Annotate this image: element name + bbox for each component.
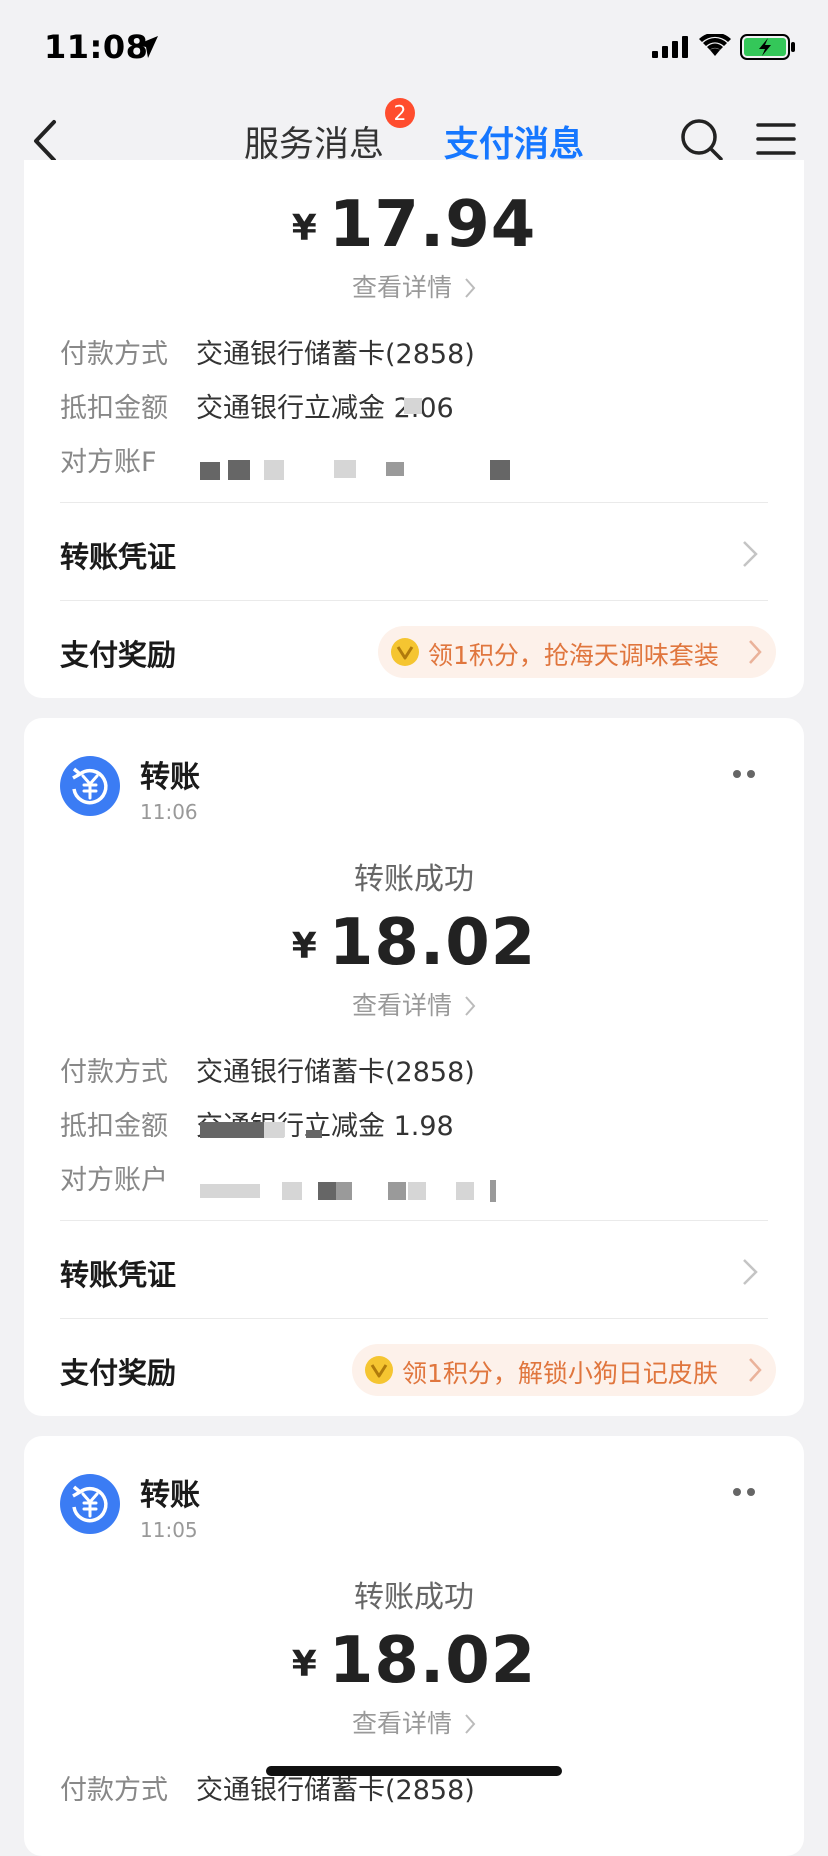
transfer-voucher-title: 转账凭证 bbox=[60, 540, 177, 574]
divider bbox=[60, 502, 768, 503]
card-title: 转账 bbox=[140, 760, 200, 795]
view-details-link[interactable]: 查看详情 bbox=[24, 268, 804, 304]
transfer-voucher-title: 转账凭证 bbox=[60, 1258, 177, 1292]
chevron-right-icon bbox=[743, 541, 758, 567]
divider bbox=[60, 600, 768, 601]
chevron-right-icon bbox=[749, 1358, 762, 1382]
chevron-right-icon bbox=[465, 1714, 476, 1734]
more-options-icon[interactable] bbox=[732, 1486, 756, 1498]
home-indicator[interactable] bbox=[266, 1766, 562, 1776]
card-title: 转账 bbox=[140, 1478, 200, 1513]
chevron-right-icon bbox=[465, 996, 476, 1016]
payment-amount: ¥18.02 bbox=[291, 1624, 537, 1698]
payment-reward-title: 支付奖励 bbox=[60, 1356, 177, 1390]
payment-reward-title: 支付奖励 bbox=[60, 638, 177, 672]
pay-method-label: 付款方式 bbox=[60, 339, 168, 370]
more-options-icon[interactable] bbox=[732, 768, 756, 780]
card-time: 11:06 bbox=[140, 800, 198, 824]
divider bbox=[60, 1220, 768, 1221]
pay-method-label: 付款方式 bbox=[60, 1775, 168, 1806]
deduction-label: 抵扣金额 bbox=[60, 393, 168, 424]
points-coin-icon bbox=[365, 1356, 393, 1384]
deduction-label: 抵扣金额 bbox=[60, 1111, 168, 1142]
pay-method-value: 交通银行储蓄卡(2858) bbox=[196, 1057, 475, 1088]
points-coin-icon bbox=[391, 638, 419, 666]
menu-icon[interactable] bbox=[756, 122, 796, 156]
pay-method-value: 交通银行储蓄卡(2858) bbox=[196, 339, 475, 370]
transfer-status: 转账成功 bbox=[354, 1580, 474, 1615]
chevron-right-icon bbox=[749, 640, 762, 664]
status-time: 11:08 bbox=[44, 28, 149, 66]
payment-card-2: 转账 11:06 转账成功 ¥18.02 查看详情 付款方式 交通银行储蓄卡(2… bbox=[24, 718, 804, 1416]
counterparty-label: 对方账F bbox=[60, 447, 157, 478]
battery-charging-icon bbox=[740, 34, 795, 60]
chevron-right-icon bbox=[743, 1259, 758, 1285]
reward-pill[interactable]: 领1积分，抢海天调味套装 bbox=[378, 626, 776, 678]
back-chevron-icon[interactable] bbox=[30, 118, 60, 164]
reward-pill[interactable]: 领1积分，解锁小狗日记皮肤 bbox=[352, 1344, 776, 1396]
search-icon[interactable] bbox=[680, 118, 724, 162]
transfer-yen-icon bbox=[60, 756, 120, 816]
chevron-right-icon bbox=[465, 278, 476, 298]
wifi-icon bbox=[699, 34, 731, 56]
cellular-signal-icon bbox=[652, 36, 688, 58]
payment-amount: ¥18.02 bbox=[291, 906, 537, 980]
payment-card-1: ¥17.94 查看详情 付款方式 交通银行储蓄卡(2858) 抵扣金额 交通银行… bbox=[24, 160, 804, 698]
divider bbox=[60, 1318, 768, 1319]
status-bar: 11:08 bbox=[0, 0, 828, 96]
payment-card-3: 转账 11:05 转账成功 ¥18.02 查看详情 付款方式 交通银行储蓄卡(2… bbox=[24, 1436, 804, 1856]
location-arrow-icon bbox=[136, 36, 158, 58]
reward-text: 领1积分，抢海天调味套装 bbox=[428, 641, 719, 670]
view-details-link[interactable]: 查看详情 bbox=[24, 986, 804, 1022]
transfer-status: 转账成功 bbox=[354, 862, 474, 897]
transfer-yen-icon bbox=[60, 1474, 120, 1534]
pay-method-label: 付款方式 bbox=[60, 1057, 168, 1088]
counterparty-label: 对方账户 bbox=[60, 1165, 168, 1196]
card-time: 11:05 bbox=[140, 1518, 198, 1542]
view-details-link[interactable]: 查看详情 bbox=[24, 1704, 804, 1740]
payment-amount: ¥17.94 bbox=[291, 188, 537, 262]
reward-text: 领1积分，解锁小狗日记皮肤 bbox=[402, 1359, 718, 1388]
unread-badge: 2 bbox=[385, 98, 415, 128]
